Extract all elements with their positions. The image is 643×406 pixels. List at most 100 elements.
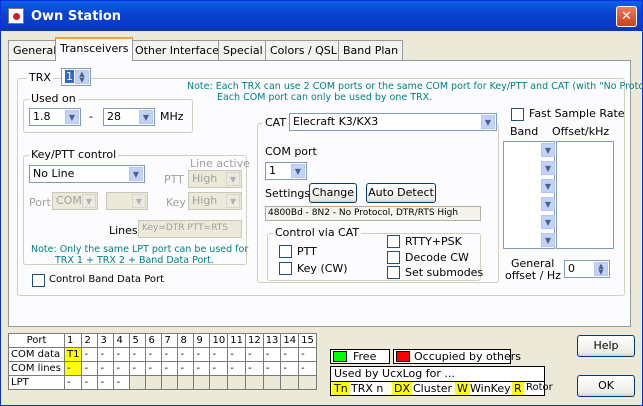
spinner-arrows-icon[interactable]: ▲ ▼ xyxy=(75,70,89,84)
own-station-window: Own Station ✕ General Transceivers Other… xyxy=(0,0,643,406)
free-swatch xyxy=(333,351,347,362)
table-row: LPT - - - - xyxy=(8,375,317,390)
table-cell xyxy=(209,375,229,390)
legend-free-label: Free xyxy=(353,350,377,363)
used-on-legend: Used on xyxy=(29,92,78,105)
cat-key-label: Key (CW) xyxy=(297,262,348,275)
com-port-label: COM port xyxy=(265,145,317,158)
keyptt-mode-select[interactable]: No Line ▼ xyxy=(29,165,145,183)
table-cell: - xyxy=(81,361,99,376)
offset-list[interactable] xyxy=(556,141,614,249)
table-cell: - xyxy=(161,361,179,376)
band-from-select[interactable]: 1.8 ▼ xyxy=(29,108,81,126)
decode-cw-checkbox[interactable] xyxy=(387,251,400,264)
table-header: 2 xyxy=(81,333,99,348)
trx-spinner[interactable]: 1 ▲ ▼ xyxy=(61,68,91,86)
table-cell: - xyxy=(262,361,282,376)
auto-detect-button[interactable]: Auto Detect xyxy=(366,183,436,203)
keyptt-legend: Key/PTT control xyxy=(29,148,119,161)
key-active-value: High xyxy=(192,194,218,207)
chevron-down-icon: ▼ xyxy=(291,164,305,178)
chevron-down-icon[interactable]: ▼ xyxy=(541,161,555,175)
tab-transceivers[interactable]: Transceivers xyxy=(55,37,134,61)
occupied-swatch xyxy=(396,351,410,362)
chevron-down-icon: ▼ xyxy=(65,110,79,124)
chevron-down-icon[interactable]: ▼ xyxy=(541,143,555,157)
control-via-cat-legend: Control via CAT xyxy=(273,226,362,239)
table-cell: - xyxy=(177,361,195,376)
chevron-down-icon[interactable]: ▼ xyxy=(541,215,555,229)
cat-ptt-checkbox[interactable] xyxy=(279,245,292,258)
rtty-psk-checkbox[interactable] xyxy=(387,235,400,248)
tab-other-interfaces[interactable]: Other Interfaces xyxy=(130,40,230,60)
table-cell: - xyxy=(177,347,195,362)
chevron-down-icon[interactable]: ▼ xyxy=(541,233,555,247)
note-top-2: Each COM port can only be used by one TR… xyxy=(217,92,433,103)
cat-key-checkbox[interactable] xyxy=(279,262,292,275)
set-submodes-label: Set submodes xyxy=(405,266,484,279)
row-name: COM data xyxy=(8,347,65,362)
control-band-checkbox[interactable] xyxy=(32,274,45,287)
tab-general[interactable]: General xyxy=(8,40,62,60)
port-number-select[interactable]: ▼ xyxy=(106,192,148,210)
lines-select[interactable]: Key=DTR PTT=RTS xyxy=(138,220,242,238)
table-cell xyxy=(193,375,211,390)
table-header: 4 xyxy=(113,333,131,348)
set-submodes-checkbox[interactable] xyxy=(387,266,400,279)
table-cell: - xyxy=(129,347,147,362)
port-select[interactable]: COM ▼ xyxy=(52,192,98,210)
tab-colors-qsl[interactable]: Colors / QSL xyxy=(265,40,342,60)
table-cell xyxy=(227,375,246,390)
app-icon xyxy=(8,8,24,24)
legend-occupied-label: Occupied by others xyxy=(414,350,522,363)
general-offset-label-2: offset / Hz xyxy=(505,269,561,282)
key-active-select[interactable]: High ▼ xyxy=(188,192,242,210)
general-offset-spinner[interactable]: 0 ▲ ▼ xyxy=(564,260,610,278)
table-header: 3 xyxy=(97,333,115,348)
table-cell xyxy=(244,375,264,390)
table-cell: - xyxy=(193,347,211,362)
table-cell: - xyxy=(227,361,246,376)
lines-label: Lines xyxy=(109,224,138,237)
table-header: 10 xyxy=(209,333,229,348)
window-title: Own Station xyxy=(31,9,122,24)
transceivers-panel: TRX 1 ▲ ▼ Note: Each TRX can use 2 COM po… xyxy=(8,60,643,327)
ptt-label: PTT xyxy=(164,173,184,186)
row-name: LPT xyxy=(8,375,65,390)
close-icon[interactable]: ✕ xyxy=(616,6,637,27)
change-button[interactable]: Change xyxy=(309,183,357,203)
tn-key: Tn xyxy=(332,382,350,395)
table-cell xyxy=(262,375,282,390)
ok-button[interactable]: OK xyxy=(577,375,635,397)
chevron-down-icon[interactable]: ▼ xyxy=(541,197,555,211)
help-button[interactable]: Help xyxy=(577,335,635,357)
table-cell: - xyxy=(244,347,264,362)
tab-special[interactable]: Special xyxy=(218,40,268,60)
com-port-select[interactable]: 1 ▼ xyxy=(265,162,307,180)
dx-desc: Cluster xyxy=(413,382,453,395)
chevron-down-icon[interactable]: ▼ xyxy=(541,179,555,193)
decode-cw-label: Decode CW xyxy=(405,251,469,264)
band-header: Band xyxy=(510,125,539,138)
spinner-arrows-icon[interactable]: ▲ ▼ xyxy=(594,262,608,276)
table-header: 7 xyxy=(161,333,179,348)
table-header-row: Port 1 2 3 4 5 6 7 8 9 10 11 12 13 14 15 xyxy=(8,333,317,348)
table-header: 5 xyxy=(129,333,147,348)
ports-table: Port 1 2 3 4 5 6 7 8 9 10 11 12 13 14 15… xyxy=(8,333,317,390)
table-cell: - xyxy=(280,347,300,362)
fast-sample-checkbox[interactable] xyxy=(511,108,524,121)
table-cell: - xyxy=(97,375,115,390)
table-cell: - xyxy=(298,361,317,376)
band-list[interactable]: ▼ ▼ ▼ ▼ ▼ ▼ xyxy=(503,141,555,249)
keyptt-mode-value: No Line xyxy=(33,167,75,180)
band-to-select[interactable]: 28 ▼ xyxy=(103,108,155,126)
note-lpt: Note: Only the same LPT port can be used… xyxy=(31,244,249,255)
ptt-active-select[interactable]: High ▼ xyxy=(188,170,242,188)
rtty-psk-label: RTTY+PSK xyxy=(405,235,462,248)
table-header: 8 xyxy=(177,333,195,348)
settings-display: 4800Bd - 8N2 - No Protocol, DTR/RTS High xyxy=(265,206,481,221)
table-cell: - xyxy=(244,361,264,376)
cat-rig-select[interactable]: Elecraft K3/KX3 ▼ xyxy=(289,113,497,131)
tab-band-plan[interactable]: Band Plan xyxy=(338,40,404,60)
legend-keys: Tn TRX n DX Cluster W WinKey R Rotor xyxy=(330,381,553,396)
